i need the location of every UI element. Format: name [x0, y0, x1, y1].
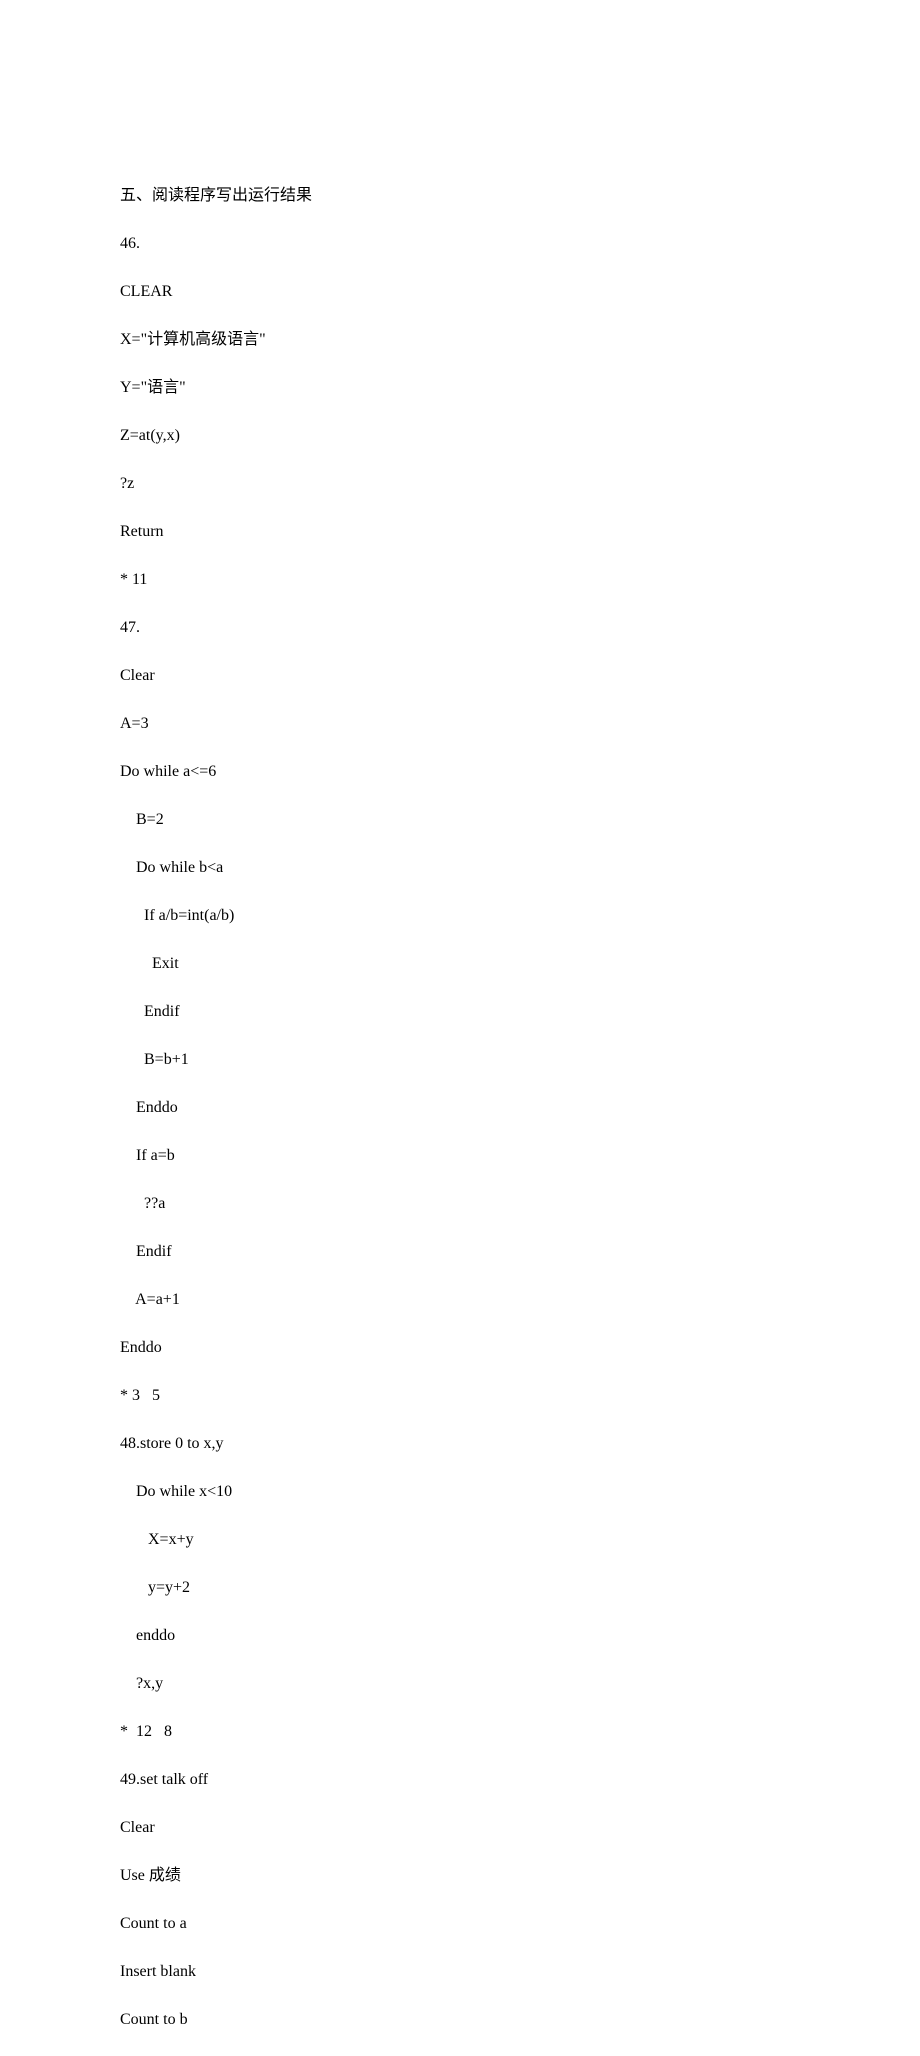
code-line: ??a — [120, 1192, 920, 1216]
code-line: Count to a — [120, 1912, 920, 1936]
code-line: Endif — [120, 1000, 920, 1024]
document-page: 五、阅读程序写出运行结果 46. CLEAR X="计算机高级语言" Y="语言… — [0, 0, 920, 2056]
answer-line: * 3 5 — [120, 1384, 920, 1408]
section-heading: 五、阅读程序写出运行结果 — [120, 184, 920, 208]
code-line: ?x,y — [120, 1672, 920, 1696]
question-number: 47. — [120, 616, 920, 640]
code-line: Use 成绩 — [120, 1864, 920, 1888]
code-line: Clear — [120, 1816, 920, 1840]
code-line: If a=b — [120, 1144, 920, 1168]
question-number: 49.set talk off — [120, 1768, 920, 1792]
code-line: Count to b — [120, 2008, 920, 2032]
code-line: X="计算机高级语言" — [120, 328, 920, 352]
code-line: Exit — [120, 952, 920, 976]
code-line: Do while x<10 — [120, 1480, 920, 1504]
question-number: 48.store 0 to x,y — [120, 1432, 920, 1456]
answer-line: * 12 8 — [120, 1720, 920, 1744]
code-line: A=3 — [120, 712, 920, 736]
code-line: Return — [120, 520, 920, 544]
code-line: If a/b=int(a/b) — [120, 904, 920, 928]
code-line: A=a+1 — [120, 1288, 920, 1312]
code-line: Do while b<a — [120, 856, 920, 880]
code-line: Clear — [120, 664, 920, 688]
code-line: Enddo — [120, 1336, 920, 1360]
code-line: enddo — [120, 1624, 920, 1648]
code-line: Endif — [120, 1240, 920, 1264]
code-line: Z=at(y,x) — [120, 424, 920, 448]
answer-line: * 11 — [120, 568, 920, 592]
code-line: y=y+2 — [120, 1576, 920, 1600]
code-line: B=2 — [120, 808, 920, 832]
code-line: B=b+1 — [120, 1048, 920, 1072]
code-line: Y="语言" — [120, 376, 920, 400]
code-line: CLEAR — [120, 280, 920, 304]
code-line: X=x+y — [120, 1528, 920, 1552]
code-line: Do while a<=6 — [120, 760, 920, 784]
code-line: Insert blank — [120, 1960, 920, 1984]
code-line: ?z — [120, 472, 920, 496]
question-number: 46. — [120, 232, 920, 256]
code-line: Enddo — [120, 1096, 920, 1120]
